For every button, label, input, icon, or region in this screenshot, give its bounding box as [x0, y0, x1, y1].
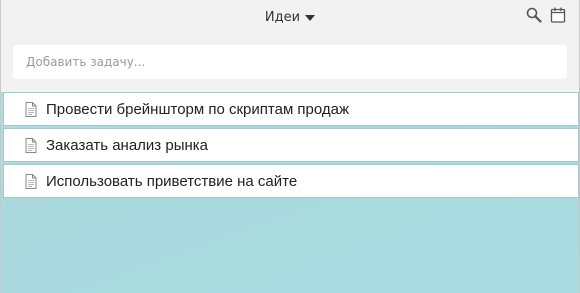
task-label: Заказать анализ рынка — [46, 136, 208, 154]
task-list: Провести брейншторм по скриптам продаж З… — [1, 92, 579, 200]
title-area: Идеи — [1, 7, 579, 27]
caret-down-icon — [305, 14, 316, 21]
search-icon[interactable] — [525, 6, 543, 24]
task-label: Использовать приветствие на сайте — [46, 172, 298, 190]
app-window: Идеи Добавить задачу... Провести брейншт… — [0, 0, 580, 293]
document-icon — [25, 173, 37, 189]
add-task-box — [13, 45, 567, 79]
add-task-input[interactable] — [13, 45, 567, 79]
task-item[interactable]: Заказать анализ рынка — [3, 128, 579, 162]
task-item[interactable]: Провести брейншторм по скриптам продаж — [3, 92, 579, 126]
list-title: Идеи — [264, 9, 301, 25]
calendar-icon[interactable] — [549, 6, 567, 24]
list-selector[interactable]: Идеи — [264, 9, 316, 25]
document-icon — [25, 137, 37, 153]
document-icon — [25, 101, 37, 117]
top-icons — [525, 6, 567, 24]
task-label: Провести брейншторм по скриптам продаж — [46, 100, 350, 118]
top-bar: Идеи — [1, 0, 579, 92]
task-item[interactable]: Использовать приветствие на сайте — [3, 164, 579, 198]
